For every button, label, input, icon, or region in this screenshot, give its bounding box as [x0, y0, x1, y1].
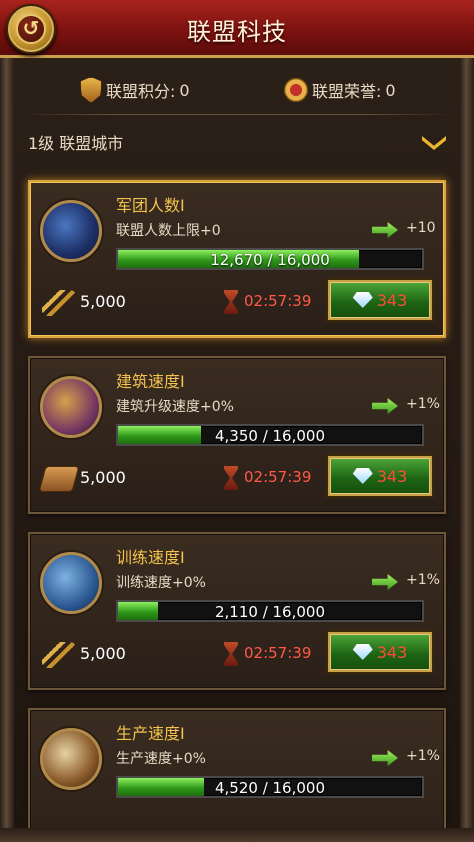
- tech-card-legion-size[interactable]: 军团人数I 联盟人数上限+0 +10 12,670 / 16,000 5,000…: [28, 180, 446, 338]
- arrow-right-icon: [372, 750, 398, 766]
- tech-name: 生产速度I: [116, 724, 185, 743]
- tech-card-production-speed[interactable]: 生产速度I 生产速度+0% +1% 4,520 / 16,000: [28, 708, 446, 842]
- title-bar: ↺ 联盟科技: [0, 0, 474, 58]
- tech-name: 建筑速度I: [116, 372, 185, 391]
- wheat-icon: [42, 642, 76, 668]
- tech-name: 军团人数I: [116, 196, 185, 215]
- cost-value: 5,000: [80, 468, 126, 487]
- hourglass-icon: [224, 466, 238, 490]
- production-icon: [40, 728, 102, 790]
- legion-helmet-icon: [40, 200, 102, 262]
- gem-donate-button[interactable]: 343: [328, 280, 432, 320]
- section-header[interactable]: 1级 联盟城市: [14, 122, 460, 162]
- tech-description: 训练速度+0%: [116, 575, 206, 591]
- diamond-icon: [352, 292, 373, 308]
- progress-text: 4,520 / 16,000: [214, 779, 326, 797]
- tech-bonus: +1%: [406, 748, 440, 764]
- cost-value: 5,000: [80, 292, 126, 311]
- alliance-honor-label: 联盟荣誉:: [312, 82, 382, 101]
- tech-description: 建筑升级速度+0%: [116, 399, 234, 415]
- divider: [22, 114, 452, 115]
- timer: 02:57:39: [244, 292, 312, 310]
- progress-text: 4,350 / 16,000: [214, 427, 326, 445]
- tech-bonus: +1%: [406, 572, 440, 588]
- hourglass-icon: [224, 642, 238, 666]
- alliance-honor-value: 0: [385, 80, 396, 100]
- tech-description: 联盟人数上限+0: [116, 223, 221, 239]
- alliance-stats: 联盟积分: 0 联盟荣誉: 0: [14, 72, 460, 108]
- timer: 02:57:39: [244, 644, 312, 662]
- wheat-icon: [42, 290, 76, 316]
- hourglass-icon: [224, 290, 238, 314]
- tech-name: 训练速度I: [116, 548, 185, 567]
- gem-cost: 343: [376, 290, 408, 310]
- alliance-points-label: 联盟积分:: [106, 82, 176, 101]
- gem-donate-button[interactable]: 343: [328, 632, 432, 672]
- alliance-points-value: 0: [179, 80, 190, 100]
- arrow-right-icon: [372, 222, 398, 238]
- progress-bar: 4,520 / 16,000: [116, 776, 424, 798]
- arrow-right-icon: [372, 574, 398, 590]
- bottom-frame: [0, 828, 474, 842]
- tech-description: 生产速度+0%: [116, 751, 206, 767]
- page-title: 联盟科技: [187, 18, 287, 46]
- diamond-icon: [352, 468, 373, 484]
- diamond-icon: [352, 644, 373, 660]
- timer: 02:57:39: [244, 468, 312, 486]
- building-icon: [40, 376, 102, 438]
- section-title: 1级 联盟城市: [28, 134, 124, 153]
- chevron-down-icon[interactable]: [422, 136, 446, 150]
- alliance-points: 联盟积分: 0: [80, 72, 190, 108]
- tech-card-train-speed[interactable]: 训练速度I 训练速度+0% +1% 2,110 / 16,000 5,000 0…: [28, 532, 446, 690]
- main-panel: 联盟积分: 0 联盟荣誉: 0 1级 联盟城市 军团人数I 联盟人数上限+0 +…: [14, 58, 460, 842]
- arrow-right-icon: [372, 398, 398, 414]
- progress-text: 12,670 / 16,000: [210, 251, 330, 269]
- gem-donate-button[interactable]: 343: [328, 456, 432, 496]
- alliance-honor: 联盟荣誉: 0: [284, 72, 396, 108]
- wood-icon: [38, 466, 80, 492]
- progress-bar: 2,110 / 16,000: [116, 600, 424, 622]
- soldier-icon: [40, 552, 102, 614]
- progress-bar: 12,670 / 16,000: [116, 248, 424, 270]
- progress-bar: 4,350 / 16,000: [116, 424, 424, 446]
- progress-text: 2,110 / 16,000: [214, 603, 326, 621]
- gem-cost: 343: [376, 466, 408, 486]
- shield-icon: [80, 77, 102, 103]
- medal-icon: [284, 78, 308, 102]
- tech-bonus: +10: [406, 220, 436, 236]
- gem-cost: 343: [376, 642, 408, 662]
- cost-value: 5,000: [80, 644, 126, 663]
- right-pillar-decoration: [460, 58, 474, 842]
- left-pillar-decoration: [0, 58, 14, 842]
- tech-card-build-speed[interactable]: 建筑速度I 建筑升级速度+0% +1% 4,350 / 16,000 5,000…: [28, 356, 446, 514]
- tech-bonus: +1%: [406, 396, 440, 412]
